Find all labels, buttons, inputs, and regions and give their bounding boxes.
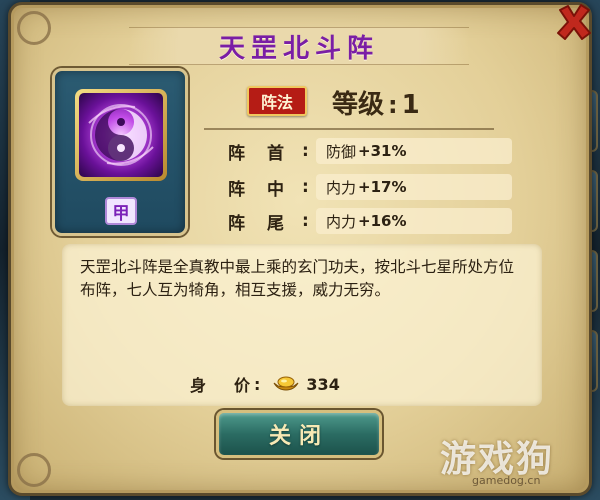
stat-attribute: 内力 <box>326 212 357 231</box>
stat-amount: +16% <box>358 212 407 230</box>
stat-row-tail: 阵尾 : 内力 +16% <box>228 208 528 234</box>
watermark: 游戏狗 gamedog.cn <box>440 430 590 492</box>
description-text: 天罡北斗阵是全真教中最上乘的玄门功夫，按北斗七星所处方位布阵，七人互为犄角，相互… <box>80 258 515 299</box>
stat-amount: +17% <box>358 178 407 196</box>
stat-colon: : <box>302 177 309 197</box>
close-button-label: 关闭 <box>268 424 329 449</box>
stat-value: 内力 +16% <box>316 208 512 234</box>
divider <box>204 128 494 130</box>
ornament-corner <box>17 11 51 45</box>
dialog-title: 天罡北斗阵 <box>218 33 379 64</box>
level-value: 1 <box>401 90 420 120</box>
stat-colon: : <box>302 211 309 231</box>
stat-row-head: 阵首 : 防御 +31% <box>228 138 528 164</box>
ornament-corner <box>17 453 51 487</box>
formation-card: 甲 <box>52 68 188 236</box>
price-value: 334 <box>306 374 340 394</box>
watermark-url: gamedog.cn <box>472 474 541 487</box>
stat-attribute: 内力 <box>326 178 357 197</box>
stat-value: 防御 +31% <box>316 138 512 164</box>
price-label: 身价 <box>190 376 279 395</box>
close-icon <box>557 4 591 40</box>
gold-ingot-icon <box>273 376 299 391</box>
formation-icon-frame <box>75 89 167 181</box>
price-colon: : <box>254 374 261 394</box>
stat-amount: +31% <box>358 142 407 160</box>
level-display: 等级 : 1 <box>332 84 420 121</box>
stat-colon: : <box>302 141 309 161</box>
title-ribbon: 天罡北斗阵 <box>129 27 469 65</box>
stat-row-middle: 阵中 : 内力 +17% <box>228 174 528 200</box>
grade-badge: 甲 <box>105 197 137 225</box>
stat-value: 内力 +17% <box>316 174 512 200</box>
level-label: 等级 <box>332 90 385 120</box>
close-button[interactable]: 关闭 <box>216 410 382 458</box>
stat-attribute: 防御 <box>326 142 357 161</box>
yin-yang-icon <box>79 93 163 177</box>
category-seal: 阵法 <box>247 86 307 116</box>
price-row: 身价 : 334 <box>190 372 340 396</box>
description-box: 天罡北斗阵是全真教中最上乘的玄门功夫，按北斗七星所处方位布阵，七人互为犄角，相互… <box>62 244 542 406</box>
close-x-button[interactable] <box>554 2 594 42</box>
level-colon: : <box>388 91 398 119</box>
